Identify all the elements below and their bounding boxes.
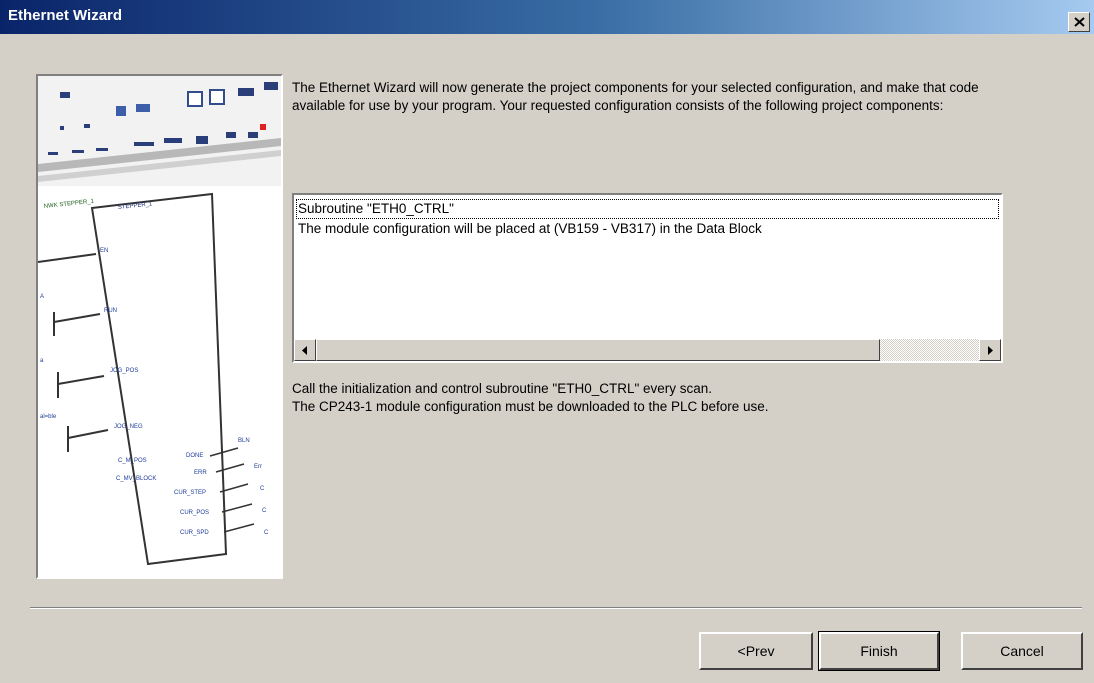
- svg-text:Err: Err: [254, 464, 262, 470]
- list-item[interactable]: The module configuration will be placed …: [296, 219, 762, 239]
- svg-text:JOG_POS: JOG_POS: [110, 368, 138, 374]
- scroll-right-button[interactable]: [979, 339, 1001, 361]
- svg-text:RUN: RUN: [104, 308, 117, 314]
- network-label: NWK STEPPER_1: [44, 199, 95, 210]
- svg-text:al=ble: al=ble: [40, 414, 57, 420]
- svg-text:EN: EN: [100, 248, 108, 254]
- svg-text:C: C: [264, 530, 269, 536]
- svg-text:JOG_NEG: JOG_NEG: [114, 424, 143, 430]
- separator: [30, 607, 1082, 609]
- svg-text:a: a: [40, 358, 44, 364]
- horizontal-scrollbar[interactable]: [294, 339, 1001, 361]
- finish-button[interactable]: Finish: [818, 631, 940, 671]
- note-line: Call the initialization and control subr…: [292, 381, 713, 396]
- svg-text:CUR_POS: CUR_POS: [180, 510, 209, 516]
- ladder-diagram-illustration: NWK STEPPER_1 STEPPER_1 EN RUN JOG_POS J…: [38, 76, 281, 566]
- svg-text:CUR_STEP: CUR_STEP: [174, 490, 206, 496]
- svg-text:C_M_POS: C_M_POS: [118, 458, 147, 464]
- svg-text:BLN: BLN: [238, 438, 250, 444]
- scroll-track[interactable]: [880, 339, 979, 361]
- svg-text:A: A: [40, 294, 44, 300]
- scroll-thumb[interactable]: [316, 339, 880, 361]
- arrow-left-icon: [302, 346, 307, 355]
- window-title: Ethernet Wizard: [8, 7, 123, 24]
- svg-text:DONE: DONE: [186, 453, 203, 459]
- prev-button[interactable]: <Prev: [699, 632, 813, 670]
- svg-text:CUR_SPD: CUR_SPD: [180, 530, 209, 536]
- components-list[interactable]: Subroutine "ETH0_CTRL" The module config…: [292, 193, 1003, 363]
- svg-text:C_MV_BLOCK: C_MV_BLOCK: [116, 476, 156, 482]
- intro-text: The Ethernet Wizard will now generate th…: [292, 80, 979, 113]
- close-icon: [1074, 17, 1085, 27]
- scroll-left-button[interactable]: [294, 339, 316, 361]
- list-item[interactable]: Subroutine "ETH0_CTRL": [296, 199, 999, 219]
- note-line: The CP243-1 module configuration must be…: [292, 399, 769, 414]
- arrow-right-icon: [988, 346, 993, 355]
- svg-text:C: C: [260, 486, 265, 492]
- instructions-text: Call the initialization and control subr…: [292, 380, 1012, 416]
- cancel-button[interactable]: Cancel: [961, 632, 1083, 670]
- wizard-illustration: NWK STEPPER_1 STEPPER_1 EN RUN JOG_POS J…: [36, 74, 283, 579]
- svg-text:C: C: [262, 508, 267, 514]
- close-button[interactable]: [1068, 12, 1090, 32]
- svg-text:ERR: ERR: [194, 470, 207, 476]
- title-bar: Ethernet Wizard: [0, 0, 1094, 34]
